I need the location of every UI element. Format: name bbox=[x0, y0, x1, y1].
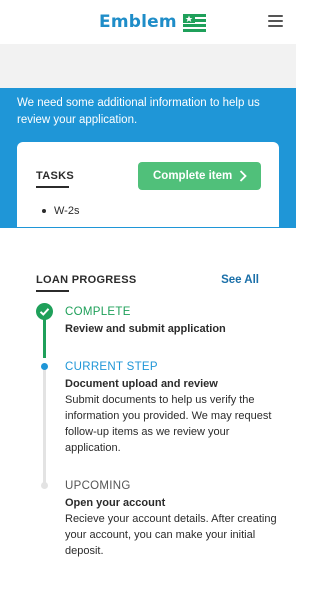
step-status: UPCOMING bbox=[65, 480, 131, 492]
notice-text: We need some additional information to h… bbox=[17, 97, 260, 126]
emblem-flag-icon bbox=[179, 11, 207, 33]
brand-logo[interactable]: Emblem bbox=[99, 11, 207, 33]
logo-text: Emblem bbox=[99, 12, 177, 32]
step-description: Submit documents to help us verify the i… bbox=[65, 394, 272, 454]
see-all-link[interactable]: See All bbox=[221, 274, 259, 286]
tasks-heading-underline bbox=[36, 186, 69, 188]
step-complete: COMPLETE Review and submit application bbox=[65, 306, 282, 337]
loan-progress-heading: LOAN PROGRESS bbox=[36, 274, 137, 286]
step-status: COMPLETE bbox=[65, 306, 131, 318]
chevron-right-icon bbox=[239, 170, 247, 182]
task-item-label: W-2s bbox=[54, 205, 80, 217]
tasks-card: TASKS Complete item W-2s bbox=[17, 142, 279, 227]
step-title: Open your account bbox=[65, 497, 166, 509]
step-description: Recieve your account details. After crea… bbox=[65, 513, 277, 557]
step-current: CURRENT STEP Document upload and review … bbox=[65, 361, 282, 456]
current-step-dot-icon bbox=[41, 363, 48, 370]
hamburger-menu-icon[interactable] bbox=[268, 15, 283, 27]
upcoming-step-dot-icon bbox=[41, 482, 48, 489]
step-upcoming: UPCOMING Open your account Recieve your … bbox=[65, 480, 282, 559]
app-header: Emblem bbox=[0, 0, 296, 44]
step-status: CURRENT STEP bbox=[65, 361, 158, 373]
step-title: Document upload and review bbox=[65, 378, 218, 390]
tasks-heading: TASKS bbox=[36, 170, 74, 182]
task-list-item: W-2s bbox=[42, 205, 79, 217]
bullet-icon bbox=[42, 209, 46, 213]
step-title: Review and submit application bbox=[65, 323, 226, 335]
complete-item-button[interactable]: Complete item bbox=[138, 162, 261, 190]
progress-track-pending bbox=[43, 368, 46, 486]
loan-progress-section: LOAN PROGRESS See All COMPLETE Review an… bbox=[0, 228, 296, 600]
check-circle-icon bbox=[36, 303, 53, 320]
loan-progress-underline bbox=[36, 290, 69, 292]
complete-item-label: Complete item bbox=[153, 170, 233, 182]
spacer-band bbox=[0, 44, 296, 88]
